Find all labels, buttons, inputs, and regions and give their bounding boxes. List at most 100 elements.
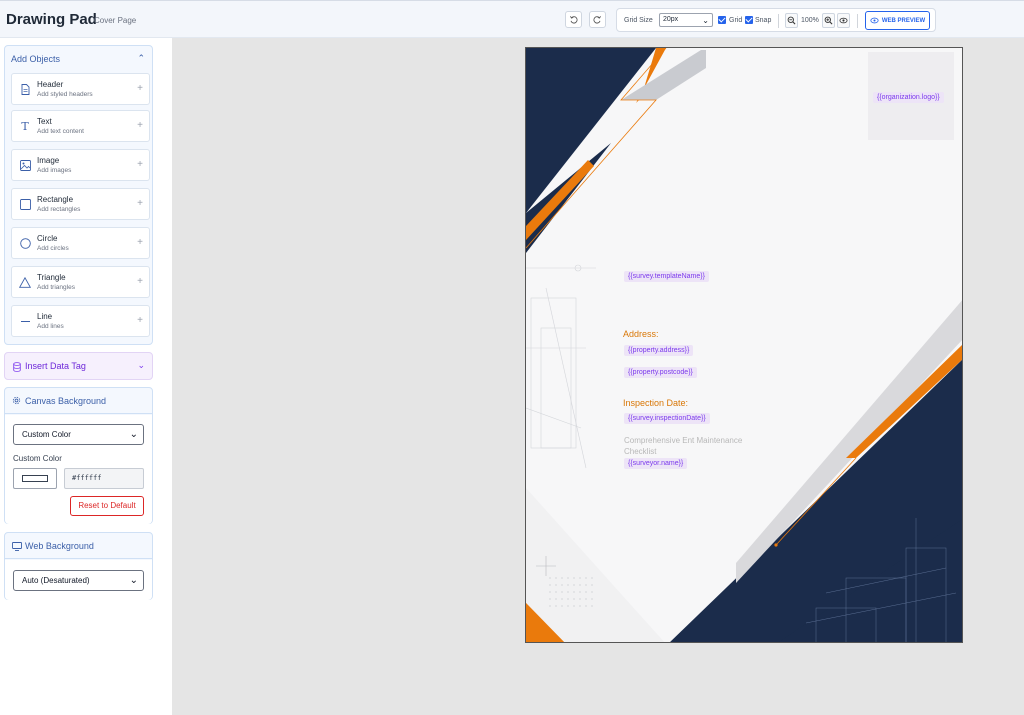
- panel-title: Web Background: [25, 541, 94, 551]
- web-background-body: Auto (Desaturated) ⌄: [5, 560, 152, 600]
- add-objects-panel: Add Objects ⌃ Header Add styled headers …: [4, 45, 153, 345]
- object-desc: Add circles: [37, 245, 69, 252]
- top-toolbar: Drawing Pad Cover Page Grid Size 20px ⌄ …: [0, 0, 1024, 38]
- reset-to-default-button[interactable]: Reset to Default: [70, 496, 144, 516]
- overlapping-title-text-line2[interactable]: Checklist: [624, 447, 656, 456]
- zoom-out-icon: [787, 16, 796, 25]
- select-value: Custom Color: [22, 430, 71, 439]
- monitor-icon: [12, 542, 22, 551]
- cover-page-canvas[interactable]: {{organization.logo}} {{survey.templateN…: [525, 47, 963, 643]
- divider: [857, 14, 858, 28]
- line-icon: [19, 315, 31, 327]
- undo-button[interactable]: [565, 11, 582, 28]
- redo-icon: [593, 16, 602, 24]
- hex-color-input[interactable]: #ffffff: [64, 468, 144, 489]
- plus-icon: +: [137, 159, 143, 170]
- plus-icon: +: [137, 83, 143, 94]
- undo-icon: [569, 16, 578, 24]
- page-name: Cover Page: [94, 16, 137, 25]
- plus-icon: +: [137, 276, 143, 287]
- object-name: Triangle: [37, 273, 66, 282]
- web-preview-button[interactable]: WEB PREVIEW: [865, 11, 930, 30]
- preview-toggle-button[interactable]: [837, 13, 850, 28]
- object-desc: Add text content: [37, 128, 84, 135]
- property-postcode-tag[interactable]: {{property.postcode}}: [624, 367, 697, 378]
- redo-button[interactable]: [589, 11, 606, 28]
- plus-icon: +: [137, 120, 143, 131]
- plus-icon: +: [137, 237, 143, 248]
- add-header-button[interactable]: Header Add styled headers +: [11, 73, 150, 105]
- panel-title: Insert Data Tag: [25, 361, 86, 371]
- web-background-header[interactable]: Web Background: [5, 533, 152, 559]
- canvas-background-panel: Canvas Background Custom Color ⌄ Custom …: [4, 387, 153, 524]
- chevron-down-icon: ⌄: [129, 429, 138, 440]
- database-icon: [13, 362, 21, 372]
- address-label[interactable]: Address:: [623, 329, 659, 339]
- zoom-out-button[interactable]: [785, 13, 798, 28]
- cover-background-art: [526, 48, 962, 642]
- triangle-icon: [19, 276, 31, 288]
- grid-size-value: 20px: [663, 16, 679, 23]
- web-background-panel: Web Background Auto (Desaturated) ⌄: [4, 532, 153, 600]
- grid-size-select[interactable]: 20px ⌄: [659, 13, 713, 27]
- app-title: Drawing Pad: [6, 11, 97, 28]
- text-icon: T: [21, 119, 29, 133]
- color-swatch: [22, 475, 48, 482]
- inspection-date-tag[interactable]: {{survey.inspectionDate}}: [624, 413, 710, 424]
- organization-logo-tag[interactable]: {{organization.logo}}: [873, 92, 944, 103]
- insert-data-tag-panel[interactable]: Insert Data Tag ⌄: [4, 352, 153, 380]
- add-triangle-button[interactable]: Triangle Add triangles +: [11, 266, 150, 298]
- surveyor-name-tag[interactable]: {{surveyor.name}}: [624, 458, 688, 469]
- plus-icon: +: [137, 198, 143, 209]
- color-swatch-button[interactable]: [13, 468, 57, 489]
- eye-icon: [870, 17, 879, 24]
- add-text-button[interactable]: T Text Add text content +: [11, 110, 150, 142]
- template-name-tag[interactable]: {{survey.templateName}}: [624, 271, 709, 282]
- object-name: Image: [37, 156, 60, 165]
- object-name: Rectangle: [37, 195, 74, 204]
- add-image-button[interactable]: Image Add images +: [11, 149, 150, 181]
- chevron-down-icon: ⌄: [129, 575, 138, 586]
- overlapping-title-text[interactable]: Comprehensive Ent Maintenance: [624, 436, 742, 445]
- panel-title: Add Objects: [11, 54, 61, 64]
- add-rectangle-button[interactable]: Rectangle Add rectangles +: [11, 188, 150, 220]
- plus-icon: +: [137, 315, 143, 326]
- chevron-down-icon: ⌄: [702, 16, 709, 25]
- add-circle-button[interactable]: Circle Add circles +: [11, 227, 150, 259]
- zoom-level: 100%: [801, 17, 819, 24]
- inspection-date-label[interactable]: Inspection Date:: [623, 398, 688, 408]
- zoom-in-icon: [824, 16, 833, 25]
- object-name: Text: [37, 117, 52, 126]
- image-icon: [19, 159, 31, 171]
- chevron-down-icon: ⌄: [137, 360, 145, 370]
- object-desc: Add lines: [37, 323, 64, 330]
- object-name: Line: [37, 312, 53, 321]
- grid-label: Grid: [729, 17, 743, 24]
- eye-icon: [839, 17, 848, 24]
- grid-size-label: Grid Size: [624, 17, 653, 24]
- canvas-background-body: Custom Color ⌄ Custom Color #ffffff Rese…: [5, 415, 152, 524]
- web-background-select[interactable]: Auto (Desaturated) ⌄: [13, 570, 144, 591]
- document-icon: [19, 83, 31, 95]
- canvas-tools: Grid Size 20px ⌄ Grid Snap 100% WEB PREV…: [616, 8, 936, 32]
- select-value: Auto (Desaturated): [22, 576, 90, 585]
- object-desc: Add rectangles: [37, 206, 81, 213]
- property-address-tag[interactable]: {{property.address}}: [624, 345, 694, 356]
- add-line-button[interactable]: Line Add lines +: [11, 305, 150, 337]
- left-sidebar: Add Objects ⌃ Header Add styled headers …: [0, 38, 172, 715]
- grid-checkbox[interactable]: [718, 16, 726, 24]
- snap-checkbox[interactable]: [745, 16, 753, 24]
- chevron-up-icon: ⌃: [137, 53, 145, 63]
- object-desc: Add triangles: [37, 284, 75, 291]
- custom-color-label: Custom Color: [13, 454, 62, 463]
- gear-icon: [12, 396, 21, 405]
- circle-icon: [19, 237, 31, 249]
- canvas-background-header[interactable]: Canvas Background: [5, 388, 152, 414]
- add-objects-header[interactable]: Add Objects ⌃: [5, 46, 152, 72]
- object-name: Header: [37, 80, 64, 89]
- panel-title: Canvas Background: [25, 396, 107, 406]
- zoom-in-button[interactable]: [822, 13, 835, 28]
- blueprint-lines-left: [526, 264, 596, 469]
- web-preview-label: WEB PREVIEW: [881, 17, 926, 24]
- canvas-background-select[interactable]: Custom Color ⌄: [13, 424, 144, 445]
